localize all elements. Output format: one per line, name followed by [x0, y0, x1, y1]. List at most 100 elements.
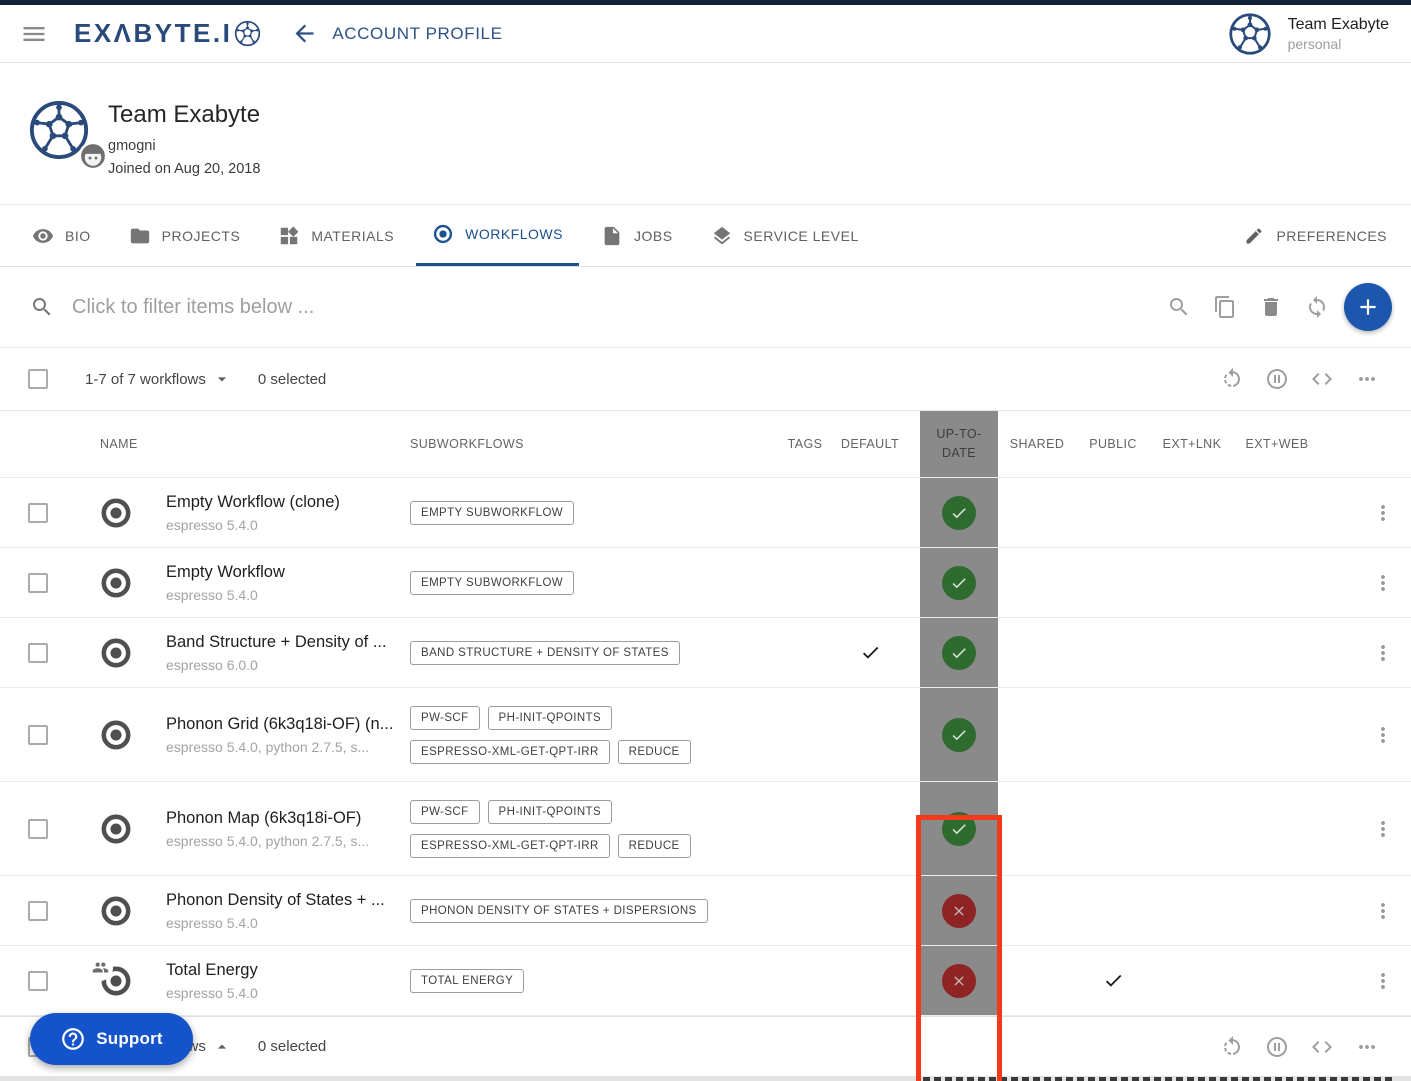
- pause-button[interactable]: [1265, 1035, 1289, 1059]
- subworkflow-chip[interactable]: PH-INIT-QPOINTS: [488, 800, 612, 824]
- column-header-tags[interactable]: TAGS: [770, 411, 840, 477]
- code-view-button[interactable]: [1310, 367, 1334, 391]
- row-menu-button[interactable]: [1371, 641, 1395, 665]
- default-cell: [840, 688, 920, 781]
- subworkflow-chip[interactable]: REDUCE: [618, 834, 691, 858]
- more-actions-button[interactable]: [1355, 367, 1379, 391]
- tab-label: WORKFLOWS: [465, 226, 563, 242]
- team-icon: [87, 955, 113, 981]
- tab-service-level[interactable]: SERVICE LEVEL: [695, 205, 875, 266]
- ext-lnk-cell: [1150, 688, 1234, 781]
- subworkflow-chip[interactable]: REDUCE: [618, 740, 691, 764]
- public-cell: [1076, 548, 1150, 617]
- column-header-subworkflows[interactable]: SUBWORKFLOWS: [410, 411, 770, 477]
- workflow-applications: espresso 5.4.0: [166, 587, 258, 603]
- row-checkbox[interactable]: [28, 819, 48, 839]
- column-header-shared[interactable]: SHARED: [998, 411, 1076, 477]
- check-icon: [950, 574, 968, 592]
- workflow-radio-icon: [99, 496, 133, 530]
- subworkflow-chip[interactable]: PW-SCF: [410, 800, 480, 824]
- subworkflow-chip[interactable]: TOTAL ENERGY: [410, 969, 524, 993]
- column-header-up-to-date[interactable]: UP-TO-DATE: [920, 411, 998, 477]
- subworkflow-chip[interactable]: EMPTY SUBWORKFLOW: [410, 501, 574, 525]
- row-spacer: [1320, 782, 1355, 875]
- more-vert-icon: [1371, 817, 1395, 841]
- tab-label: BIO: [65, 228, 91, 244]
- subworkflow-chip[interactable]: PHONON DENSITY OF STATES + DISPERSIONS: [410, 899, 708, 923]
- workflow-applications: espresso 5.4.0: [166, 915, 258, 931]
- row-menu-button[interactable]: [1371, 723, 1395, 747]
- shared-cell: [998, 946, 1076, 1015]
- sync-icon: [1305, 295, 1329, 319]
- refresh-button[interactable]: [1305, 295, 1329, 319]
- row-checkbox[interactable]: [28, 901, 48, 921]
- row-menu-button[interactable]: [1371, 899, 1395, 923]
- row-menu-button[interactable]: [1371, 817, 1395, 841]
- subworkflow-chips: EMPTY SUBWORKFLOW: [410, 501, 740, 525]
- workflow-name[interactable]: Total Energy: [166, 961, 258, 980]
- add-workflow-button[interactable]: [1344, 283, 1392, 331]
- tab-materials[interactable]: MATERIALS: [262, 205, 410, 266]
- shared-cell: [998, 478, 1076, 547]
- tab-jobs[interactable]: JOBS: [585, 205, 689, 266]
- tab-projects[interactable]: PROJECTS: [113, 205, 257, 266]
- workflow-name[interactable]: Phonon Density of States + ...: [166, 891, 385, 910]
- pause-button[interactable]: [1265, 367, 1289, 391]
- shared-cell: [998, 548, 1076, 617]
- subworkflow-chips: EMPTY SUBWORKFLOW: [410, 571, 740, 595]
- undo-button[interactable]: [1220, 367, 1244, 391]
- filter-actions: [1167, 267, 1329, 347]
- workflow-name[interactable]: Phonon Grid (6k3q18i-OF) (n...: [166, 715, 393, 734]
- undo-button[interactable]: [1220, 1035, 1244, 1059]
- table-row: Band Structure + Density of ... espresso…: [0, 618, 1411, 688]
- row-menu-button[interactable]: [1371, 969, 1395, 993]
- copy-button[interactable]: [1213, 295, 1237, 319]
- row-checkbox[interactable]: [28, 503, 48, 523]
- column-header-ext-web[interactable]: EXT+WEB: [1234, 411, 1320, 477]
- subworkflow-chip[interactable]: EMPTY SUBWORKFLOW: [410, 571, 574, 595]
- menu-button[interactable]: [20, 20, 48, 48]
- delete-button[interactable]: [1259, 295, 1283, 319]
- account-switcher[interactable]: Team Exabyte personal: [1228, 12, 1411, 56]
- row-checkbox[interactable]: [28, 971, 48, 991]
- code-view-button[interactable]: [1310, 1035, 1334, 1059]
- subworkflow-chip[interactable]: BAND STRUCTURE + DENSITY OF STATES: [410, 641, 680, 665]
- subworkflow-chip[interactable]: PH-INIT-QPOINTS: [488, 706, 612, 730]
- column-header-name[interactable]: NAME: [88, 411, 410, 477]
- workflow-name[interactable]: Phonon Map (6k3q18i-OF): [166, 809, 361, 828]
- select-all-checkbox[interactable]: [28, 369, 48, 389]
- filter-input[interactable]: [72, 296, 692, 319]
- workflow-name[interactable]: Band Structure + Density of ...: [166, 633, 387, 652]
- support-button[interactable]: Support: [30, 1013, 193, 1065]
- footer-strip: [0, 1076, 1411, 1081]
- back-button[interactable]: [291, 20, 318, 47]
- row-checkbox[interactable]: [28, 725, 48, 745]
- column-header-public[interactable]: PUBLIC: [1076, 411, 1150, 477]
- column-header-ext-lnk[interactable]: EXT+LNK: [1150, 411, 1234, 477]
- workflow-name[interactable]: Empty Workflow (clone): [166, 493, 340, 512]
- preferences-button[interactable]: PREFERENCES: [1228, 205, 1411, 266]
- shared-cell: [998, 782, 1076, 875]
- row-menu-button[interactable]: [1371, 571, 1395, 595]
- pagination-range-dropdown[interactable]: 1-7 of 7 workflows: [85, 369, 232, 389]
- subworkflow-chip[interactable]: PW-SCF: [410, 706, 480, 730]
- subworkflow-chip[interactable]: ESPRESSO-XML-GET-QPT-IRR: [410, 834, 610, 858]
- tab-bio[interactable]: BIO: [16, 205, 107, 266]
- tab-workflows[interactable]: WORKFLOWS: [416, 205, 579, 266]
- help-icon: [60, 1026, 86, 1052]
- row-checkbox[interactable]: [28, 643, 48, 663]
- default-cell: [840, 548, 920, 617]
- chevron-up-icon: [212, 1037, 232, 1057]
- workflow-name[interactable]: Empty Workflow: [166, 563, 285, 582]
- column-header-default[interactable]: DEFAULT: [840, 411, 920, 477]
- workflow-type-icon: [99, 812, 133, 846]
- profile-tabs: BIO PROJECTS MATERIALS WORKFLOWS JOBS SE…: [0, 205, 1411, 267]
- brand-logo[interactable]: EXΛBYTE.I: [74, 18, 261, 49]
- search-action-button[interactable]: [1167, 295, 1191, 319]
- more-actions-button[interactable]: [1355, 1035, 1379, 1059]
- row-checkbox[interactable]: [28, 573, 48, 593]
- subworkflow-chip[interactable]: ESPRESSO-XML-GET-QPT-IRR: [410, 740, 610, 764]
- up-to-date-cell: [920, 782, 998, 875]
- filter-bar: [0, 267, 1411, 347]
- row-menu-button[interactable]: [1371, 501, 1395, 525]
